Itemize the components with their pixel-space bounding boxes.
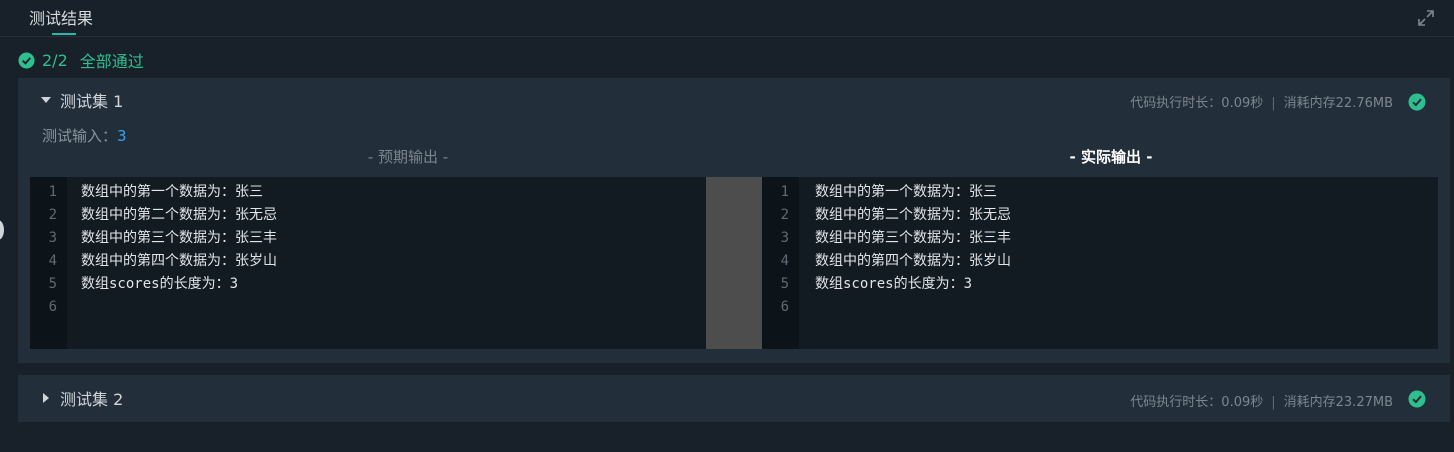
line-number: 4 (780, 253, 789, 269)
check-circle-icon (18, 51, 35, 69)
exec-time: 代码执行时长：0.09秒 (1130, 395, 1264, 410)
side-collapse-handle[interactable] (0, 220, 4, 240)
actual-output-editor[interactable]: 1 数组中的第一个数据为：张三 2 数组中的第二个数据为：张无忌 3 数组中的第三个数… (762, 177, 1438, 349)
code-line: 1 数组中的第一个数据为：张三 (762, 181, 1438, 204)
check-circle-icon (1408, 390, 1426, 408)
line-number: 6 (48, 299, 57, 315)
test-set-2-header[interactable]: 测试集 2 (40, 388, 124, 409)
code-line: 2 数组中的第二个数据为：张无忌 (30, 204, 706, 227)
line-text: 数组中的第四个数据为：张岁山 (815, 253, 1011, 269)
test-set-1-header[interactable]: 测试集 1 (40, 90, 124, 111)
line-text: 数组中的第二个数据为：张无忌 (81, 207, 277, 223)
code-line: 4 数组中的第四个数据为：张岁山 (762, 250, 1438, 273)
expected-output-label: - 预期输出 - (367, 148, 449, 166)
exec-time: 代码执行时长：0.09秒 (1130, 96, 1264, 111)
line-text: 数组scores的长度为：3 (81, 276, 239, 292)
meta-separator: | (1271, 395, 1276, 410)
meta-separator: | (1271, 96, 1276, 111)
diff-splitter[interactable] (706, 177, 762, 349)
test-input: 测试输入：3 (42, 125, 127, 146)
memory-usage: 消耗内存23.27MB (1283, 395, 1393, 410)
line-number: 2 (48, 207, 57, 223)
result-summary: 2/2 全部通过 (18, 50, 144, 71)
line-text: 数组中的第四个数据为：张岁山 (81, 253, 277, 269)
line-number: 6 (780, 299, 789, 315)
code-line: 6 (30, 296, 706, 319)
code-line: 3 数组中的第三个数据为：张三丰 (762, 227, 1438, 250)
test-set-1-meta: 代码执行时长：0.09秒 | 消耗内存22.76MB (1130, 92, 1393, 111)
code-line: 4 数组中的第四个数据为：张岁山 (30, 250, 706, 273)
line-number: 1 (780, 184, 789, 200)
line-number: 4 (48, 253, 57, 269)
test-set-2-panel: 测试集 2 代码执行时长：0.09秒 | 消耗内存23.27MB (18, 375, 1450, 422)
line-number: 2 (780, 207, 789, 223)
code-line: 5 数组scores的长度为：3 (762, 273, 1438, 296)
test-set-1-title: 测试集 1 (60, 92, 124, 111)
results-header: 测试结果 (0, 0, 1454, 37)
line-text: 数组中的第一个数据为：张三 (815, 184, 997, 200)
code-line: 1 数组中的第一个数据为：张三 (30, 181, 706, 204)
line-number: 3 (48, 230, 57, 246)
test-set-2-meta: 代码执行时长：0.09秒 | 消耗内存23.27MB (1130, 391, 1393, 410)
pass-status: 全部通过 (79, 52, 144, 71)
test-set-1-panel: 测试集 1 代码执行时长：0.09秒 | 消耗内存22.76MB 测试输入：3 - … (18, 78, 1450, 363)
pass-count: 2/2 (42, 50, 68, 70)
tab-active-indicator (52, 33, 76, 35)
line-text: 数组中的第三个数据为：张三丰 (81, 230, 277, 246)
code-line: 2 数组中的第二个数据为：张无忌 (762, 204, 1438, 227)
code-line: 6 (762, 296, 1438, 319)
expand-icon[interactable] (1416, 8, 1436, 28)
test-set-2-title: 测试集 2 (60, 390, 124, 409)
caret-right-icon (43, 393, 49, 403)
line-number: 3 (780, 230, 789, 246)
line-number: 1 (48, 184, 57, 200)
test-input-value: 3 (117, 127, 127, 145)
expected-output-editor[interactable]: 1 数组中的第一个数据为：张三 2 数组中的第二个数据为：张无忌 3 数组中的第三个数… (30, 177, 706, 349)
actual-output-label: - 实际输出 - (1069, 148, 1153, 166)
check-circle-icon (1408, 93, 1426, 111)
line-number: 5 (780, 276, 789, 292)
memory-usage: 消耗内存22.76MB (1283, 96, 1393, 111)
line-text: 数组scores的长度为：3 (815, 276, 973, 292)
code-line: 3 数组中的第三个数据为：张三丰 (30, 227, 706, 250)
line-text: 数组中的第一个数据为：张三 (81, 184, 263, 200)
line-text: 数组中的第三个数据为：张三丰 (815, 230, 1011, 246)
caret-down-icon (41, 97, 51, 103)
line-number: 5 (48, 276, 57, 292)
tab-test-results[interactable]: 测试结果 (29, 5, 93, 29)
test-input-label: 测试输入： (42, 127, 118, 145)
line-text: 数组中的第二个数据为：张无忌 (815, 207, 1011, 223)
code-line: 5 数组scores的长度为：3 (30, 273, 706, 296)
